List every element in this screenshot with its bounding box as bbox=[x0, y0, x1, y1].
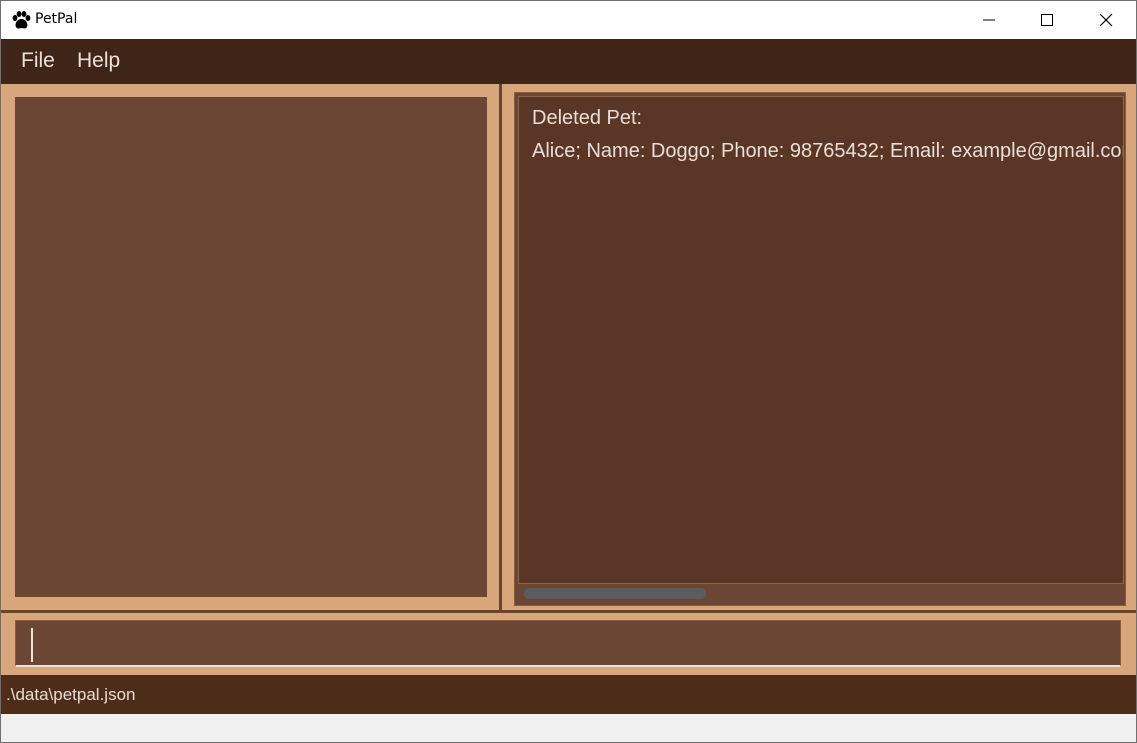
command-box-area bbox=[1, 613, 1136, 675]
paw-icon bbox=[10, 9, 32, 31]
result-display[interactable]: Deleted Pet: Alice; Name: Doggo; Phone: … bbox=[518, 96, 1124, 584]
main-area: Deleted Pet: Alice; Name: Doggo; Phone: … bbox=[1, 84, 1136, 610]
footer-strip bbox=[1, 714, 1136, 742]
data-file-path: .\data\petpal.json bbox=[6, 685, 136, 704]
pet-list-panel[interactable] bbox=[15, 97, 487, 597]
text-caret bbox=[31, 628, 33, 662]
title-bar[interactable]: PetPal bbox=[1, 1, 1136, 39]
result-display-frame: Deleted Pet: Alice; Name: Doggo; Phone: … bbox=[514, 92, 1126, 606]
minimize-icon bbox=[983, 19, 995, 21]
horizontal-scrollbar[interactable] bbox=[518, 584, 1122, 602]
scrollbar-thumb[interactable] bbox=[524, 588, 706, 599]
result-message: Alice; Name: Doggo; Phone: 98765432; Ema… bbox=[532, 140, 1124, 162]
close-button[interactable] bbox=[1077, 1, 1135, 39]
command-input[interactable] bbox=[15, 620, 1121, 667]
menu-file[interactable]: File bbox=[21, 49, 55, 73]
close-icon bbox=[1099, 13, 1113, 27]
split-pane-divider[interactable] bbox=[499, 84, 502, 610]
minimize-button[interactable] bbox=[960, 1, 1018, 39]
menu-help[interactable]: Help bbox=[77, 49, 120, 73]
window-title: PetPal bbox=[35, 11, 78, 27]
result-title: Deleted Pet: bbox=[532, 107, 643, 129]
menu-bar: File Help bbox=[1, 39, 1136, 84]
app-window: PetPal File Help Deleted Pet: Alice; Nam… bbox=[0, 0, 1137, 743]
status-bar: .\data\petpal.json bbox=[1, 675, 1136, 714]
maximize-icon bbox=[1041, 14, 1053, 26]
maximize-button[interactable] bbox=[1018, 1, 1076, 39]
